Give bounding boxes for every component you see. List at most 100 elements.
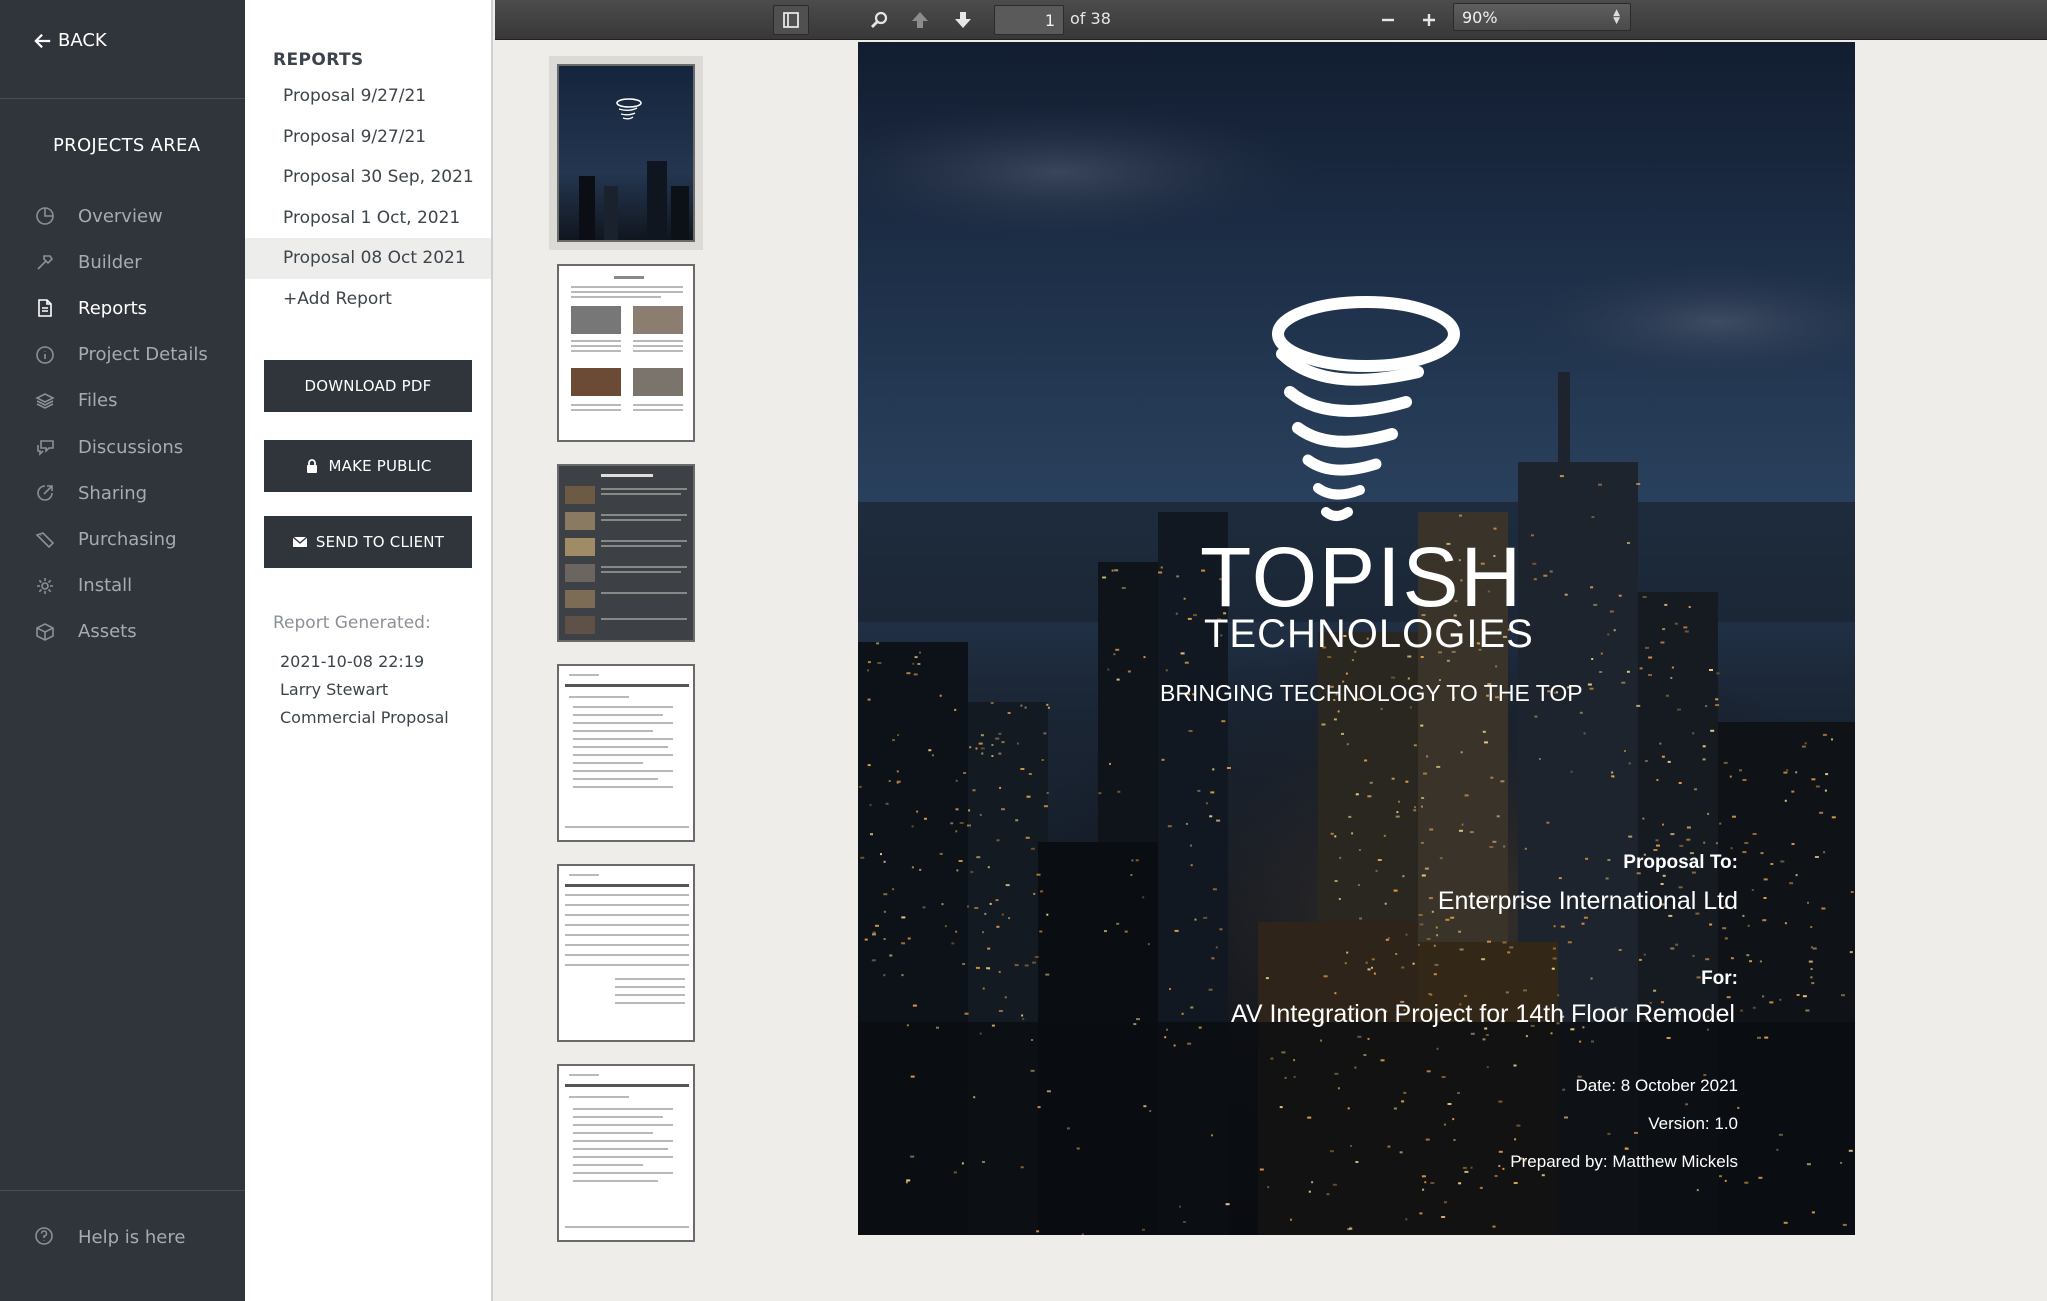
window-light: [1259, 1168, 1264, 1171]
send-to-client-button[interactable]: SEND TO CLIENT: [264, 516, 472, 568]
window-light: [1628, 835, 1633, 838]
window-light: [1552, 957, 1557, 960]
window-light: [1043, 732, 1047, 735]
thumb-logo: [569, 874, 599, 876]
window-light: [1357, 1035, 1362, 1038]
window-light: [1523, 989, 1527, 992]
thumb-text-line: [573, 730, 653, 732]
window-light: [1609, 610, 1614, 613]
previous-page-button[interactable]: [905, 5, 935, 35]
download-pdf-button[interactable]: DOWNLOAD PDF: [264, 360, 472, 412]
thumb-photo: [571, 306, 621, 334]
window-light: [1015, 819, 1019, 822]
help-link[interactable]: Help is here: [34, 1226, 185, 1248]
zoom-select[interactable]: 90% ▲ ▼: [1453, 3, 1631, 31]
window-light: [924, 817, 927, 820]
page-thumbnail-4[interactable]: [557, 664, 695, 842]
back-button[interactable]: BACK: [34, 30, 107, 51]
thumb-text-line: [601, 592, 687, 594]
window-light: [1752, 833, 1757, 835]
window-light: [1599, 671, 1603, 673]
window-light: [981, 752, 984, 755]
window-light: [1758, 1176, 1763, 1179]
window-light: [883, 938, 886, 940]
window-light: [1684, 630, 1689, 633]
find-button[interactable]: [865, 5, 895, 35]
window-light: [1357, 884, 1360, 887]
nav-item-discussions[interactable]: Discussions: [34, 424, 208, 470]
thumb-text-line: [573, 1172, 673, 1174]
report-item[interactable]: Proposal 9/27/21: [245, 117, 491, 158]
next-page-button[interactable]: [948, 5, 978, 35]
window-light: [1030, 847, 1035, 850]
window-light: [1142, 1228, 1145, 1231]
zoom-in-button[interactable]: [1414, 5, 1444, 35]
page-thumbnail-6[interactable]: [557, 1064, 695, 1242]
page-number-input[interactable]: [994, 5, 1064, 35]
nav-item-reports[interactable]: Reports: [34, 285, 208, 331]
window-light: [1351, 659, 1354, 662]
window-light: [1190, 844, 1192, 847]
page-thumbnail-3[interactable]: [557, 464, 695, 642]
window-light: [1375, 869, 1378, 872]
window-light: [1664, 603, 1668, 606]
window-light: [1436, 765, 1441, 768]
nav-item-install[interactable]: Install: [34, 563, 208, 609]
report-list: Proposal 9/27/21 Proposal 9/27/21 Propos…: [245, 76, 491, 319]
window-light: [1308, 1190, 1311, 1193]
nav-item-sharing[interactable]: Sharing: [34, 470, 208, 516]
generated-by: Larry Stewart: [280, 680, 389, 699]
window-light: [1046, 792, 1049, 794]
report-item[interactable]: Proposal 1 Oct, 2021: [245, 198, 491, 239]
window-light: [1393, 889, 1398, 892]
thumb-text-line: [601, 566, 687, 568]
thumb-text-line: [573, 1140, 673, 1142]
window-light: [1167, 825, 1172, 828]
window-light: [1194, 918, 1197, 921]
window-light: [1494, 1175, 1498, 1177]
nav-item-overview[interactable]: Overview: [34, 193, 208, 239]
nav-item-purchasing[interactable]: Purchasing: [34, 516, 208, 562]
window-light: [1040, 890, 1044, 893]
window-light: [1143, 656, 1146, 659]
window-light: [1593, 603, 1598, 606]
window-light: [1513, 1064, 1517, 1067]
window-light: [1341, 732, 1344, 735]
window-light: [1686, 838, 1691, 841]
report-item-selected[interactable]: Proposal 08 Oct 2021: [245, 238, 491, 279]
sidebar-icon: [783, 12, 799, 28]
nav-item-files[interactable]: Files: [34, 378, 208, 424]
window-light: [1443, 1123, 1446, 1126]
window-light: [967, 824, 971, 827]
window-light: [955, 930, 958, 933]
window-light: [1383, 834, 1386, 837]
sidebar-toggle-button[interactable]: [773, 5, 809, 35]
thumbnail-sidebar: [495, 40, 720, 1301]
page-thumbnail-1[interactable]: [557, 64, 695, 242]
report-item[interactable]: Proposal 30 Sep, 2021: [245, 157, 491, 198]
window-light: [1469, 831, 1474, 834]
page-thumbnail-5[interactable]: [557, 864, 695, 1042]
project-name: AV Integration Project for 14th Floor Re…: [1231, 1000, 1735, 1028]
window-light: [1367, 968, 1371, 971]
window-light: [1811, 1211, 1815, 1214]
window-light: [1160, 566, 1163, 569]
help-label: Help is here: [78, 1226, 186, 1248]
share-icon: [34, 482, 56, 504]
nav-item-builder[interactable]: Builder: [34, 239, 208, 285]
make-public-button[interactable]: MAKE PUBLIC: [264, 440, 472, 492]
zoom-out-button[interactable]: [1373, 5, 1403, 35]
report-item[interactable]: Proposal 9/27/21: [245, 76, 491, 117]
window-light: [1439, 857, 1443, 860]
window-light: [1387, 1145, 1391, 1148]
window-light: [1564, 593, 1568, 596]
window-light: [1024, 706, 1027, 709]
nav-item-assets[interactable]: Assets: [34, 609, 208, 655]
window-light: [1216, 819, 1221, 822]
page-thumbnail-2[interactable]: [557, 264, 695, 442]
add-report-link[interactable]: +Add Report: [245, 279, 491, 320]
window-light: [1744, 1181, 1749, 1184]
window-light: [1683, 626, 1688, 629]
nav-item-project-details[interactable]: Project Details: [34, 332, 208, 378]
window-light: [987, 866, 990, 869]
